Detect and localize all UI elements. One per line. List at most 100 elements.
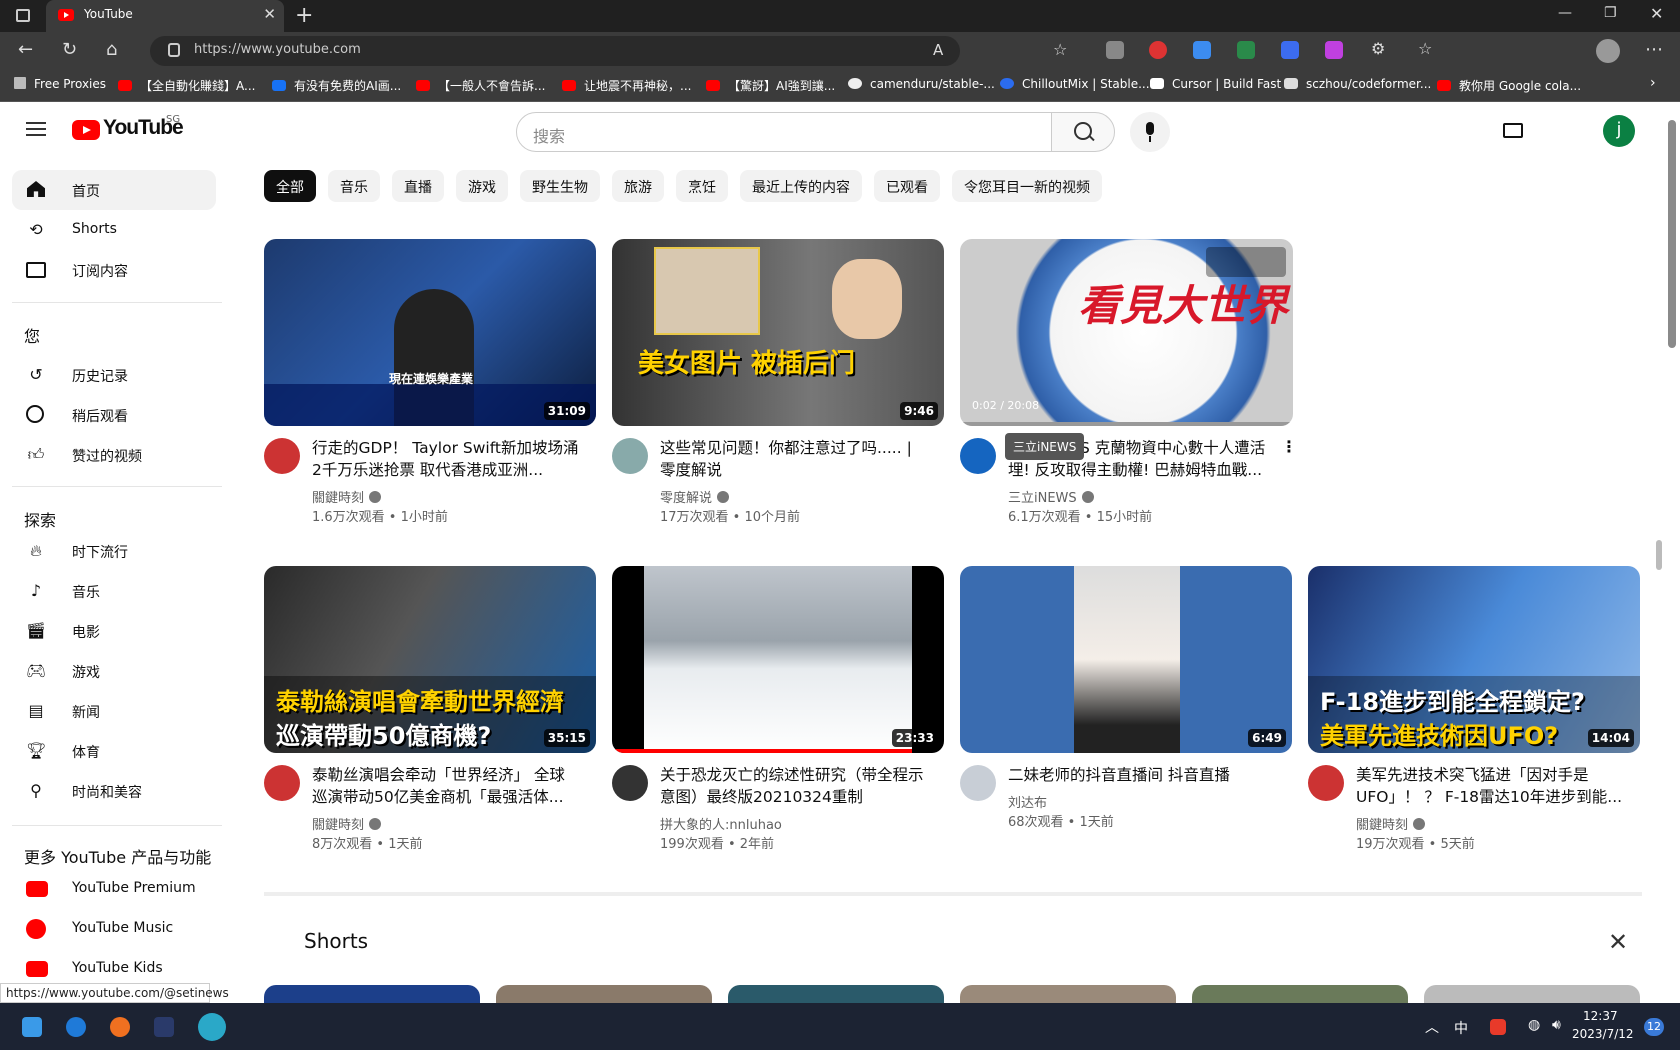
extension-icon-5[interactable] bbox=[1281, 41, 1299, 59]
sidebar-item-music[interactable]: ♪ 音乐 bbox=[12, 571, 216, 611]
sidebar-item-youtube-music[interactable]: YouTube Music bbox=[12, 909, 216, 949]
voice-search-button[interactable] bbox=[1130, 112, 1170, 152]
video-title[interactable]: 美军先进技术突飞猛进「因对手是UFO」！ ？ F-18雷达10年进步到能... bbox=[1356, 764, 1624, 808]
bookmark-item[interactable]: 【驚訝】AI強到讓... bbox=[706, 77, 835, 94]
edge-browser-icon[interactable] bbox=[198, 1013, 226, 1041]
url-field[interactable]: https://www.youtube.com bbox=[150, 36, 960, 66]
shorts-thumbnail[interactable] bbox=[496, 985, 712, 1005]
channel-avatar[interactable] bbox=[612, 765, 648, 801]
channel-name[interactable]: 關鍵時刻 bbox=[312, 487, 382, 506]
new-tab-button[interactable]: + bbox=[295, 3, 313, 28]
sidebar-item-news[interactable]: ▤ 新闻 bbox=[12, 691, 216, 731]
video-thumbnail[interactable]: 泰勒絲演唱會牽動世界經濟 巡演帶動50億商機? 35:15 bbox=[264, 566, 596, 753]
network-icon[interactable]: ◍ bbox=[1528, 1017, 1540, 1033]
profile-avatar-icon[interactable] bbox=[1596, 39, 1620, 63]
close-icon[interactable]: ✕ bbox=[1608, 928, 1628, 956]
volume-icon[interactable]: 🔊︎ bbox=[1552, 1017, 1561, 1033]
tab-youtube[interactable]: YouTube ✕ bbox=[46, 0, 284, 32]
channel-name[interactable]: 三立iNEWS bbox=[1008, 487, 1094, 506]
chevron-up-icon[interactable]: ︿ bbox=[1425, 1017, 1439, 1037]
back-icon[interactable]: ← bbox=[18, 39, 33, 60]
firefox-icon[interactable] bbox=[110, 1017, 130, 1037]
bookmark-item[interactable]: 【全自動化賺錢】A... bbox=[118, 77, 255, 94]
channel-avatar[interactable] bbox=[264, 438, 300, 474]
sidebar-item-liked-videos[interactable]: 👍︎ 赞过的视频 bbox=[12, 435, 216, 475]
favorites-icon[interactable]: ☆ bbox=[1418, 39, 1432, 58]
video-title[interactable]: 关于恐龙灭亡的综述性研究（带全程示意图）最终版20210324重制 bbox=[660, 764, 928, 808]
sidebar-item-movies[interactable]: 🎬︎ 电影 bbox=[12, 611, 216, 651]
app-icon[interactable] bbox=[154, 1017, 174, 1037]
bookmark-item[interactable]: 有没有免费的AI画... bbox=[272, 77, 401, 94]
youtube-logo-icon[interactable] bbox=[72, 120, 100, 140]
chip[interactable]: 游戏 bbox=[456, 170, 508, 202]
bookmark-item[interactable]: camenduru/stable-... bbox=[848, 77, 995, 91]
refresh-icon[interactable]: ↻ bbox=[62, 39, 77, 60]
video-title[interactable]: 这些常见问题！你都注意过了吗..... | 零度解说 bbox=[660, 437, 928, 481]
progress-bar[interactable] bbox=[960, 422, 1293, 426]
channel-name[interactable]: 關鍵時刻 bbox=[312, 814, 382, 833]
channel-avatar[interactable] bbox=[960, 765, 996, 801]
clock-date[interactable]: 2023/7/12 bbox=[1572, 1027, 1634, 1041]
ime-indicator[interactable]: 中 bbox=[1454, 1018, 1468, 1038]
channel-avatar[interactable] bbox=[612, 438, 648, 474]
chip[interactable]: 直播 bbox=[392, 170, 444, 202]
clock-time[interactable]: 12:37 bbox=[1583, 1009, 1618, 1023]
create-video-icon[interactable] bbox=[1503, 123, 1523, 138]
extension-icon-4[interactable] bbox=[1237, 41, 1255, 59]
sidebar-item-subscriptions[interactable]: 订阅内容 bbox=[12, 250, 216, 290]
search-button[interactable] bbox=[1051, 112, 1115, 152]
sidebar-item-sports[interactable]: 🏆︎ 体育 bbox=[12, 731, 216, 771]
bookmark-item[interactable]: sczhou/codeformer... bbox=[1284, 77, 1431, 91]
sidebar-item-history[interactable]: ↺ 历史记录 bbox=[12, 355, 216, 395]
chip-all[interactable]: 全部 bbox=[264, 170, 316, 202]
maximize-button[interactable]: ❐ bbox=[1604, 5, 1617, 21]
shorts-thumbnail[interactable] bbox=[1424, 985, 1640, 1005]
sidebar-item-fashion[interactable]: ⚲ 时尚和美容 bbox=[12, 771, 216, 811]
video-thumbnail[interactable]: 美女图片 被插后门 9:46 bbox=[612, 239, 944, 426]
menu-icon[interactable] bbox=[26, 122, 46, 124]
tray-app-icon[interactable] bbox=[1490, 1019, 1506, 1035]
chip[interactable]: 野生生物 bbox=[520, 170, 600, 202]
extension-icon-6[interactable] bbox=[1325, 41, 1343, 59]
extensions-puzzle-icon[interactable]: ⚙ bbox=[1371, 39, 1385, 58]
bookmark-item[interactable]: 让地震不再神秘，... bbox=[562, 77, 691, 94]
sidebar-item-gaming[interactable]: 🎮︎ 游戏 bbox=[12, 651, 216, 691]
channel-avatar[interactable] bbox=[960, 438, 996, 474]
channel-avatar[interactable] bbox=[264, 765, 300, 801]
chip[interactable]: 令您耳目一新的视频 bbox=[952, 170, 1102, 202]
more-menu-icon[interactable]: ⋯ bbox=[1645, 39, 1663, 60]
tab-actions-icon[interactable] bbox=[16, 9, 30, 22]
video-thumbnail[interactable]: F-18進步到能全程鎖定? 美軍先進技術因UFO? 14:04 bbox=[1308, 566, 1640, 753]
shorts-thumbnail[interactable] bbox=[960, 985, 1176, 1005]
sidebar-item-watch-later[interactable]: 稍后观看 bbox=[12, 395, 216, 435]
channel-name[interactable]: 刘达布 bbox=[1008, 792, 1047, 811]
channel-name[interactable]: 零度解说 bbox=[660, 487, 730, 506]
search-input[interactable]: 搜索 bbox=[516, 112, 1052, 152]
shorts-thumbnail[interactable] bbox=[728, 985, 944, 1005]
video-title[interactable]: 泰勒丝演唱会牵动「世界经济」 全球巡演带动50亿美金商机「最强活体... bbox=[312, 764, 580, 808]
video-title[interactable]: 行走的GDP！ Taylor Swift新加坡场涌2千万乐迷抢票 取代香港成亚洲… bbox=[312, 437, 580, 481]
video-title[interactable]: 二妹老师的抖音直播间 抖音直播 bbox=[1008, 764, 1276, 786]
close-tab-icon[interactable]: ✕ bbox=[263, 5, 276, 23]
chip[interactable]: 烹饪 bbox=[676, 170, 728, 202]
minimize-button[interactable]: — bbox=[1558, 5, 1572, 21]
chip[interactable]: 最近上传的内容 bbox=[740, 170, 862, 202]
chip[interactable]: 旅游 bbox=[612, 170, 664, 202]
extension-icon-1[interactable] bbox=[1106, 41, 1124, 59]
windows-start-icon[interactable] bbox=[22, 1017, 42, 1037]
extension-icon-2[interactable] bbox=[1149, 41, 1167, 59]
mute-icon[interactable] bbox=[1206, 247, 1286, 277]
close-window-button[interactable]: ✕ bbox=[1650, 4, 1663, 23]
shorts-thumbnail[interactable] bbox=[1192, 985, 1408, 1005]
page-scrollbar[interactable] bbox=[1668, 120, 1676, 348]
extension-icon-3[interactable] bbox=[1193, 41, 1211, 59]
bing-icon[interactable] bbox=[66, 1017, 86, 1037]
channel-avatar[interactable] bbox=[1308, 765, 1344, 801]
bookmark-item[interactable]: 【一般人不會告訴... bbox=[416, 77, 545, 94]
video-thumbnail[interactable]: 現在連娛樂產業 31:09 bbox=[264, 239, 596, 426]
chip[interactable]: 已观看 bbox=[874, 170, 940, 202]
sidebar-item-shorts[interactable]: ⟲ Shorts bbox=[12, 210, 216, 250]
video-thumbnail[interactable]: 23:33 bbox=[612, 566, 944, 753]
more-actions-icon[interactable]: ⋮ bbox=[1281, 437, 1297, 456]
channel-name[interactable]: 關鍵時刻 bbox=[1356, 814, 1426, 833]
